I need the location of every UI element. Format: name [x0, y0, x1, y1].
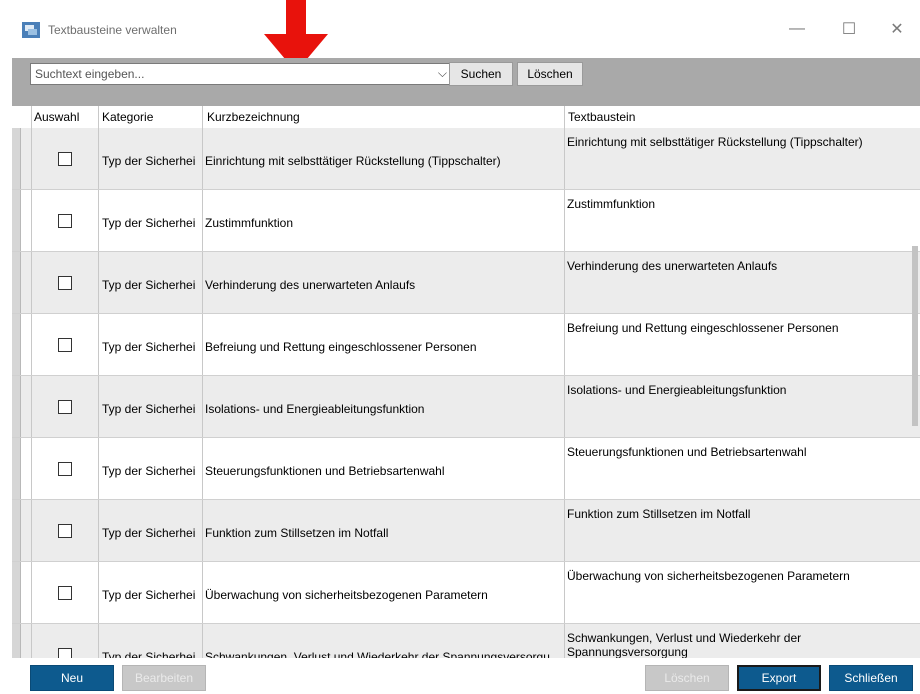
- table-row[interactable]: Typ der Sicherhei Verhinderung des unerw…: [12, 252, 920, 314]
- cell-kurzbezeichnung: Steuerungsfunktionen und Betriebsartenwa…: [205, 464, 445, 478]
- app-icon: [22, 22, 40, 38]
- cell-kurzbezeichnung: Überwachung von sicherheitsbezogenen Par…: [205, 588, 488, 602]
- minimize-icon: —: [789, 20, 805, 37]
- row-header[interactable]: [12, 128, 21, 189]
- textbausteine-table: Auswahl Kategorie Kurzbezeichnung Textba…: [12, 106, 920, 658]
- table-row[interactable]: Typ der Sicherhei Zustimmfunktion Zustim…: [12, 190, 920, 252]
- cell-kategorie: Typ der Sicherhei: [102, 154, 196, 168]
- minimize-button[interactable]: —: [774, 14, 820, 44]
- maximize-icon: ☐: [841, 21, 857, 38]
- cell-kategorie: Typ der Sicherhei: [102, 526, 196, 540]
- column-header-auswahl[interactable]: Auswahl: [34, 110, 79, 124]
- table-row[interactable]: Typ der Sicherhei Einrichtung mit selbst…: [12, 128, 920, 190]
- cell-kurzbezeichnung: Funktion zum Stillsetzen im Notfall: [205, 526, 389, 540]
- cell-textbaustein: Isolations- und Energieableitungsfunktio…: [567, 383, 787, 397]
- cell-kurzbezeichnung: Schwankungen, Verlust und Wiederkehr der…: [205, 650, 550, 658]
- cell-kurzbezeichnung: Befreiung und Rettung eingeschlossener P…: [205, 340, 477, 354]
- search-placeholder: Suchtext eingeben...: [35, 67, 145, 81]
- row-header[interactable]: [12, 562, 21, 623]
- row-select-checkbox[interactable]: [58, 338, 72, 352]
- close-icon: ✕: [890, 21, 904, 38]
- search-input[interactable]: Suchtext eingeben... ⌵: [30, 63, 452, 85]
- cell-kategorie: Typ der Sicherhei: [102, 588, 196, 602]
- title-bar: Textbausteine verwalten — ☐ ✕: [0, 0, 920, 58]
- cell-textbaustein: Verhinderung des unerwarteten Anlaufs: [567, 259, 778, 273]
- cell-textbaustein: Schwankungen, Verlust und Wiederkehr der…: [567, 631, 802, 658]
- column-header-kurzbezeichnung[interactable]: Kurzbezeichnung: [207, 110, 300, 124]
- cell-kurzbezeichnung: Isolations- und Energieableitungsfunktio…: [205, 402, 425, 416]
- row-select-checkbox[interactable]: [58, 586, 72, 600]
- table-row[interactable]: Typ der Sicherhei Schwankungen, Verlust …: [12, 624, 920, 658]
- cell-kategorie: Typ der Sicherhei: [102, 464, 196, 478]
- vertical-scrollbar[interactable]: [912, 246, 918, 426]
- cell-kategorie: Typ der Sicherhei: [102, 278, 196, 292]
- maximize-button[interactable]: ☐: [826, 14, 872, 44]
- row-header[interactable]: [12, 624, 21, 658]
- cell-textbaustein: Überwachung von sicherheitsbezogenen Par…: [567, 569, 850, 583]
- row-select-checkbox[interactable]: [58, 276, 72, 290]
- row-header[interactable]: [12, 314, 21, 375]
- new-button[interactable]: Neu: [30, 665, 114, 691]
- cell-kurzbezeichnung: Zustimmfunktion: [205, 216, 294, 230]
- cell-kategorie: Typ der Sicherhei: [102, 650, 196, 658]
- cell-kategorie: Typ der Sicherhei: [102, 340, 196, 354]
- cell-textbaustein: Befreiung und Rettung eingeschlossener P…: [567, 321, 839, 335]
- table-row[interactable]: Typ der Sicherhei Steuerungsfunktionen u…: [12, 438, 920, 500]
- row-header[interactable]: [12, 376, 21, 437]
- table-row[interactable]: Typ der Sicherhei Überwachung von sicher…: [12, 562, 920, 624]
- row-select-checkbox[interactable]: [58, 152, 72, 166]
- row-header[interactable]: [12, 190, 21, 251]
- column-header-kategorie[interactable]: Kategorie: [102, 110, 153, 124]
- table-row[interactable]: Typ der Sicherhei Funktion zum Stillsetz…: [12, 500, 920, 562]
- table-header: Auswahl Kategorie Kurzbezeichnung Textba…: [12, 106, 920, 129]
- row-select-checkbox[interactable]: [58, 400, 72, 414]
- table-row[interactable]: Typ der Sicherhei Befreiung und Rettung …: [12, 314, 920, 376]
- cell-textbaustein: Steuerungsfunktionen und Betriebsartenwa…: [567, 445, 807, 459]
- cell-kurzbezeichnung: Verhinderung des unerwarteten Anlaufs: [205, 278, 416, 292]
- table-row[interactable]: Typ der Sicherhei Isolations- und Energi…: [12, 376, 920, 438]
- export-button[interactable]: Export: [737, 665, 821, 691]
- column-header-textbaustein[interactable]: Textbaustein: [568, 110, 635, 124]
- search-toolbar: Suchtext eingeben... ⌵ Suchen Löschen: [12, 58, 920, 106]
- row-header[interactable]: [12, 252, 21, 313]
- row-header[interactable]: [12, 500, 21, 561]
- window-title: Textbausteine verwalten: [48, 23, 177, 37]
- cell-textbaustein: Einrichtung mit selbsttätiger Rückstellu…: [567, 135, 863, 149]
- footer-button-bar: Neu Bearbeiten Löschen Export Schließen: [0, 658, 920, 694]
- row-header[interactable]: [12, 438, 21, 499]
- close-dialog-button[interactable]: Schließen: [829, 665, 913, 691]
- cell-textbaustein: Funktion zum Stillsetzen im Notfall: [567, 507, 751, 521]
- chevron-down-icon[interactable]: ⌵: [438, 66, 447, 81]
- row-select-checkbox[interactable]: [58, 524, 72, 538]
- search-button[interactable]: Suchen: [449, 62, 513, 86]
- delete-button[interactable]: Löschen: [645, 665, 729, 691]
- row-select-checkbox[interactable]: [58, 462, 72, 476]
- edit-button[interactable]: Bearbeiten: [122, 665, 206, 691]
- cell-kategorie: Typ der Sicherhei: [102, 402, 196, 416]
- close-button[interactable]: ✕: [874, 14, 920, 44]
- row-select-checkbox[interactable]: [58, 648, 72, 658]
- clear-search-button[interactable]: Löschen: [517, 62, 583, 86]
- cell-textbaustein: Zustimmfunktion: [567, 197, 656, 211]
- cell-kategorie: Typ der Sicherhei: [102, 216, 196, 230]
- cell-kurzbezeichnung: Einrichtung mit selbsttätiger Rückstellu…: [205, 154, 501, 168]
- row-select-checkbox[interactable]: [58, 214, 72, 228]
